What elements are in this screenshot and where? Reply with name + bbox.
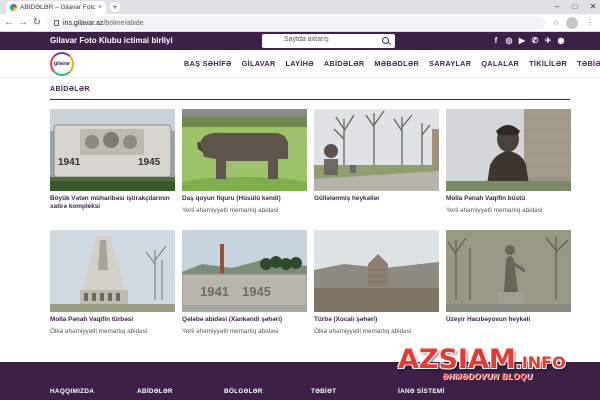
watermark-logo: AZSIAM.INFO ƏHMƏDOVUN BLOQU (398, 344, 566, 381)
footer-link-abideler[interactable]: ABİDƏLƏR (137, 388, 173, 395)
search-placeholder: Saytda axtarış (284, 36, 329, 43)
card-title[interactable]: Türbə (Xocalı şəhəri) (314, 316, 439, 324)
card-title[interactable]: Molla Pənah Vaqifin türbəsi (50, 316, 175, 324)
profile-avatar-icon[interactable] (566, 17, 578, 29)
search-input[interactable]: Saytda axtarış (262, 34, 395, 48)
card-title[interactable]: Üzeyir Hacıbəyovun heykəli (446, 316, 571, 324)
footer-link-haqqimizda[interactable]: HAQQIMIZDA (50, 388, 94, 395)
card[interactable]: Güllələnmiş heykəllər (314, 109, 439, 207)
tab-close-icon[interactable]: × (98, 4, 102, 11)
card-subtitle: Yerli əhəmiyyətli memarlıq abidəsi (182, 328, 279, 335)
gilavar-logo[interactable]: gilavar (50, 52, 74, 76)
card-image[interactable]: 1941 1945 (50, 109, 175, 191)
browser-tab[interactable]: ABİDƏLƏR – Gilavar Foto Klubu × (6, 1, 106, 14)
card-title[interactable]: Molla Pənah Vaqifin büstü (446, 195, 571, 203)
card-subtitle: Ölkə əhəmiyyətli memarlıq abidəsi (50, 328, 148, 335)
reload-icon[interactable]: ↻ (31, 17, 43, 29)
facebook-icon[interactable]: f (492, 35, 500, 47)
instagram-icon[interactable]: ◎ (505, 35, 513, 47)
watermark-brand: AZSIAM (398, 344, 516, 375)
browser-toolbar: ← → ↻ ins.gilavar.az/bolme/abide ☆ ⋮ (0, 14, 600, 32)
card-subtitle: Ölkə əhəmiyyətli memarlıq abidəsi (314, 328, 412, 335)
card-title[interactable]: Daş qoyun fiquru (Hüsülü kəndi) (182, 195, 307, 203)
card[interactable]: Türbə (Xocalı şəhəri) Ölkə əhəmiyyətli m… (314, 230, 439, 336)
watermark-tagline: ƏHMƏDOVUN BLOQU (442, 372, 533, 381)
new-tab-button[interactable]: + (110, 2, 120, 12)
card-image[interactable] (50, 230, 175, 312)
card-image[interactable] (446, 109, 571, 191)
main-nav: gilavar BAŞ SƏHİFƏ GİLAVAR LAYİHƏ ABİDƏL… (0, 50, 600, 78)
social-links: f ◎ ▶ ✆ ✈ ◉ (492, 35, 565, 47)
url-path: /bolme/abide (103, 19, 144, 27)
year-left-text: 1941 (58, 157, 81, 168)
youtube-icon[interactable]: ▶ (518, 35, 526, 47)
nav-item-layihe[interactable]: LAYİHƏ (286, 59, 314, 68)
forward-icon[interactable]: → (17, 17, 29, 29)
site-title[interactable]: Gilavar Foto Klubu ictimai birliyi (50, 36, 173, 45)
card-image[interactable] (446, 230, 571, 312)
victory-year-right: 1945 (242, 284, 271, 299)
search-icon[interactable] (382, 37, 389, 44)
card-title[interactable]: Qələbə abidəsi (Xankəndi şəhəri) (182, 316, 307, 324)
nav-menu: BAŞ SƏHİFƏ GİLAVAR LAYİHƏ ABİDƏLƏR MƏBƏD… (184, 59, 600, 68)
card-image[interactable] (314, 230, 439, 312)
card-subtitle: Yerli əhəmiyyətli memarlıq abidəsi (182, 207, 279, 214)
minimize-icon[interactable]: – (548, 0, 566, 14)
address-bar[interactable]: ins.gilavar.az/bolme/abide (46, 16, 546, 30)
nav-item-tikililer[interactable]: TİKİLİLƏR (529, 59, 567, 68)
nav-item-qalalar[interactable]: QALALAR (481, 59, 519, 68)
card[interactable]: 1941 1945 Böyük Vətən müharibəsi iştirak… (50, 109, 175, 215)
menu-dots-icon[interactable]: ⋮ (584, 17, 596, 29)
card-subtitle: Yerli əhəmiyyətli memarlıq abidəsi (446, 207, 543, 214)
victory-year-left: 1941 (200, 284, 229, 299)
footer-link-tebiet[interactable]: TƏBİƏT (311, 388, 336, 395)
nav-item-gilavar[interactable]: GİLAVAR (242, 59, 276, 68)
card-image[interactable] (182, 109, 307, 191)
watermark-tld: .INFO (515, 353, 566, 372)
close-window-icon[interactable]: ✕ (584, 0, 600, 14)
whatsapp-icon[interactable]: ✆ (531, 35, 539, 47)
back-icon[interactable]: ← (3, 17, 15, 29)
card[interactable]: 1941 1945 Qələbə abidəsi (Xankəndi şəhər… (182, 230, 307, 336)
site-topbar: Gilavar Foto Klubu ictimai birliyi Saytd… (0, 32, 600, 50)
url-host: ins.gilavar.az (63, 19, 104, 27)
card-title[interactable]: Güllələnmiş heykəllər (314, 195, 439, 203)
maximize-icon[interactable]: □ (566, 0, 584, 14)
telegram-icon[interactable]: ✈ (544, 35, 552, 47)
card[interactable]: Molla Pənah Vaqifin büstü Yerli əhəmiyyə… (446, 109, 571, 215)
rss-icon[interactable]: ◉ (557, 35, 565, 47)
card-image[interactable]: 1941 1945 (182, 230, 307, 312)
lock-icon (54, 20, 59, 26)
card-image[interactable] (314, 109, 439, 191)
section-divider (50, 99, 570, 100)
card[interactable]: Molla Pənah Vaqifin türbəsi Ölkə əhəmiyy… (50, 230, 175, 336)
nav-item-mebedler[interactable]: MƏBƏDLƏR (374, 59, 419, 68)
nav-item-tebiet[interactable]: TƏBİƏT (577, 59, 600, 68)
card[interactable]: Daş qoyun fiquru (Hüsülü kəndi) Yerli əh… (182, 109, 307, 215)
logo-text: gilavar (53, 61, 71, 67)
bookmark-star-icon[interactable]: ☆ (550, 17, 562, 29)
browser-tabstrip: ABİDƏLƏR – Gilavar Foto Klubu × + – □ ✕ (0, 0, 600, 14)
nav-item-saraylar[interactable]: SARAYLAR (429, 59, 471, 68)
section-title: ABİDƏLƏR (50, 86, 90, 93)
footer-link-iane-sistemi[interactable]: İANƏ SİSTEMİ (398, 388, 445, 395)
footer-link-bolgeler[interactable]: BÖLGƏLƏR (224, 388, 263, 395)
tab-title: ABİDƏLƏR – Gilavar Foto Klubu (20, 4, 95, 11)
card-title[interactable]: Böyük Vətən müharibəsi iştirakçılarının … (50, 195, 175, 211)
favicon-icon (10, 4, 17, 11)
card[interactable]: Üzeyir Hacıbəyovun heykəli (446, 230, 571, 328)
nav-item-abideler[interactable]: ABİDƏLƏR (324, 59, 365, 68)
year-right-text: 1945 (138, 157, 161, 168)
nav-item-bas-sehife[interactable]: BAŞ SƏHİFƏ (184, 59, 232, 68)
